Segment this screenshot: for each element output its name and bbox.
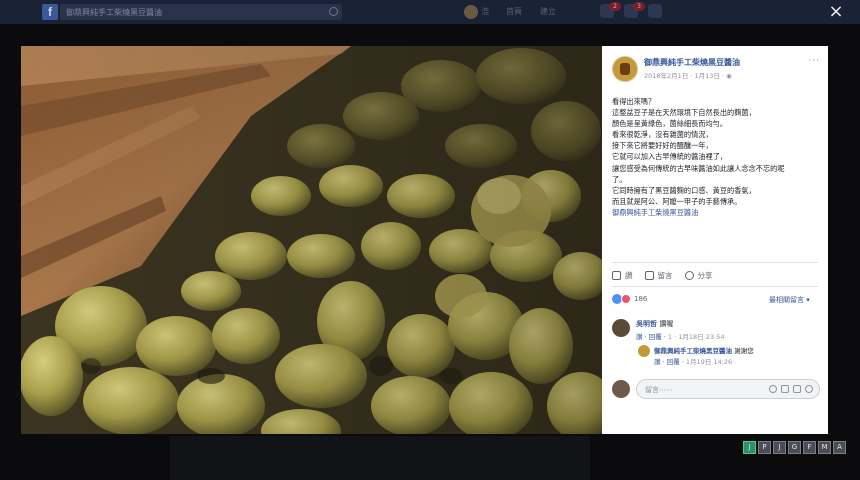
nav-home-link[interactable]: 首頁 bbox=[506, 6, 522, 17]
post-line: 它就可以加入古早傳統的醬油裡了， bbox=[612, 152, 728, 162]
toolbar-button[interactable]: P bbox=[758, 441, 771, 454]
see-more-link[interactable]: 御鼎興純手工柴燒黑豆醬油 bbox=[612, 207, 822, 218]
post-line: 了。 bbox=[612, 174, 627, 184]
search-text: 御鼎興純手工柴燒黑豆醬油 bbox=[66, 8, 162, 17]
soybean-koji-photo bbox=[21, 46, 602, 434]
post-line: 讓您感受為何傳統的古早味醬油如此讓人念念不忘的呢 bbox=[612, 163, 785, 173]
reply-like-link[interactable]: 讚 bbox=[654, 358, 661, 366]
comment-reply-link[interactable]: · 回覆 · bbox=[645, 333, 666, 341]
reply-meta: 讚 · 回覆 · 1月19日 14:26 bbox=[654, 356, 732, 366]
post-photo[interactable] bbox=[21, 46, 602, 434]
post-timestamp[interactable]: 2018年2月1日 · 1月13日 · bbox=[644, 72, 726, 80]
reply-avatar[interactable] bbox=[638, 345, 650, 357]
toolbar-button[interactable]: G bbox=[788, 441, 801, 454]
notifications-icon[interactable] bbox=[648, 4, 662, 18]
facebook-logo-icon[interactable]: f bbox=[42, 4, 58, 20]
toolbar-button[interactable]: J bbox=[743, 441, 756, 454]
love-reaction-icon bbox=[621, 294, 631, 304]
reaction-count: 186 bbox=[634, 295, 648, 303]
like-button[interactable]: 讚 bbox=[612, 268, 633, 282]
share-button[interactable]: 分享 bbox=[684, 268, 713, 282]
post-line: 這整盆豆子是在天然環境下自然長出的麴菌， bbox=[612, 108, 756, 118]
page-name-link[interactable]: 御鼎興純手工柴燒黑豆醬油 bbox=[644, 57, 740, 68]
like-label: 讚 bbox=[625, 270, 633, 280]
reaction-summary[interactable]: 186 bbox=[612, 294, 647, 304]
reply-text: 謝謝您 bbox=[734, 347, 754, 355]
my-avatar[interactable] bbox=[612, 380, 630, 398]
comment-like-link[interactable]: 讚 bbox=[636, 333, 643, 341]
share-label: 分享 bbox=[697, 270, 713, 280]
close-lightbox-button[interactable]: × bbox=[826, 2, 846, 22]
sticker-icon[interactable] bbox=[805, 385, 813, 393]
post-details-panel: 御鼎興純手工柴燒黑豆醬油 2018年2月1日 · 1月13日 · ◉ ··· 看… bbox=[602, 46, 828, 434]
more-options-icon[interactable]: ··· bbox=[808, 56, 820, 66]
post-line: 看來很乾淨，沒有雜菌的情況， bbox=[612, 130, 713, 140]
thumbs-up-icon bbox=[612, 270, 621, 280]
messages-badge: 3 bbox=[633, 2, 645, 11]
post-line: 看得出來嗎？ bbox=[612, 97, 656, 106]
comment-sort-dropdown[interactable]: 最相關留言 ▾ bbox=[769, 295, 810, 305]
extension-toolbar: J P J G F M A bbox=[743, 441, 846, 454]
avatar[interactable] bbox=[464, 5, 478, 19]
camera-icon[interactable] bbox=[781, 385, 789, 393]
post-line: 接下來它將要好好的醞釀一年， bbox=[612, 141, 713, 151]
profile-link[interactable]: 浩 bbox=[481, 6, 489, 17]
comment-placeholder: 留言⋯⋯ bbox=[645, 386, 673, 394]
post-line: 顏色是呈黃綠色，菌絲細長而均勻。 bbox=[612, 119, 728, 129]
comment-label: 留言 bbox=[657, 270, 673, 280]
toolbar-button[interactable]: J bbox=[773, 441, 786, 454]
post-text: 看得出來嗎？ 這整盆豆子是在天然環境下自然長出的麴菌， 顏色是呈黃綠色，菌絲細長… bbox=[612, 96, 822, 218]
comment-icon bbox=[644, 270, 654, 280]
divider bbox=[612, 286, 818, 287]
post-line: 而且就是阿公、阿嬤一甲子的手藝傳承。 bbox=[612, 196, 742, 206]
comment-meta: 讚 · 回覆 · 1 · 1月18日 23:54 bbox=[636, 331, 724, 341]
comment-button[interactable]: 留言 bbox=[644, 268, 673, 282]
commenter-avatar[interactable] bbox=[612, 319, 630, 337]
toolbar-button[interactable]: F bbox=[803, 441, 816, 454]
globe-icon: ◉ bbox=[726, 72, 732, 80]
emoji-icon[interactable] bbox=[769, 385, 777, 393]
nav-create-link[interactable]: 建立 bbox=[540, 6, 556, 17]
comment-input[interactable]: 留言⋯⋯ bbox=[636, 379, 820, 399]
facebook-top-bar: f 御鼎興純手工柴燒黑豆醬油 浩 首頁 建立 2 3 bbox=[0, 0, 860, 24]
divider bbox=[612, 262, 818, 263]
reply-reply-link[interactable]: · 回覆 · bbox=[663, 358, 684, 366]
reply-author-link[interactable]: 御鼎興純手工柴燒黑豆醬油 謝謝您 bbox=[654, 345, 754, 355]
toolbar-button[interactable]: A bbox=[833, 441, 846, 454]
friends-badge: 2 bbox=[609, 2, 621, 11]
comment-time[interactable]: 1 · 1月18日 23:54 bbox=[668, 333, 725, 341]
toolbar-button[interactable]: M bbox=[818, 441, 831, 454]
post-actions: 讚 留言 分享 bbox=[612, 268, 818, 282]
gif-icon[interactable] bbox=[793, 385, 801, 393]
page-avatar[interactable] bbox=[612, 56, 638, 82]
post-meta: 2018年2月1日 · 1月13日 · ◉ bbox=[644, 70, 732, 80]
reply-time[interactable]: 1月19日 14:26 bbox=[686, 358, 732, 366]
background-page-dim bbox=[170, 436, 590, 480]
share-icon bbox=[684, 270, 694, 280]
search-icon[interactable] bbox=[329, 7, 338, 16]
comment-text: 讚喔 bbox=[659, 320, 674, 328]
search-input[interactable]: 御鼎興純手工柴燒黑豆醬油 bbox=[60, 4, 342, 20]
comment-author-link[interactable]: 吳明哲 讚喔 bbox=[636, 319, 673, 329]
post-line: 它同時擁有了黑豆醬麴的口感、黃豆的香氣， bbox=[612, 185, 756, 195]
